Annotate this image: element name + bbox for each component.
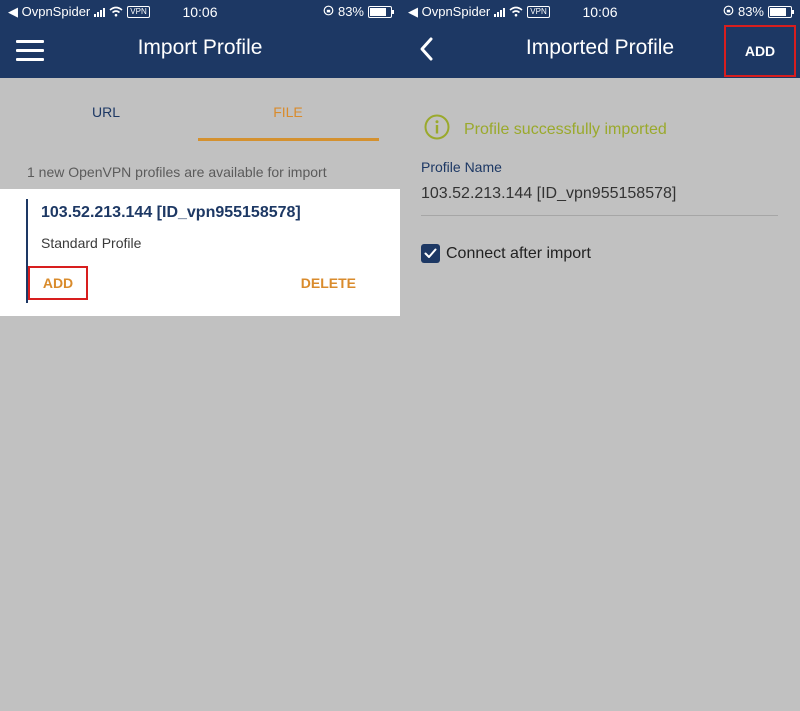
status-battery: 83% xyxy=(323,4,394,19)
tab-selected-indicator xyxy=(198,138,379,141)
profile-title: 103.52.213.144 [ID_vpn955158578] xyxy=(41,204,301,221)
connect-after-import-label: Connect after import xyxy=(446,244,591,262)
app-header: ◀ OvpnSpider VPN 10:06 83% Imported Prof… xyxy=(400,0,800,78)
delete-profile-button[interactable]: DELETE xyxy=(301,275,356,291)
available-profiles-text: 1 new OpenVPN profiles are available for… xyxy=(27,164,327,180)
profile-subtitle: Standard Profile xyxy=(41,235,142,251)
checkbox-icon[interactable] xyxy=(421,244,440,263)
profile-name-field[interactable]: 103.52.213.144 [ID_vpn955158578] xyxy=(421,185,676,203)
app-header: ◀ OvpnSpider VPN 10:06 83% Import Profil… xyxy=(0,0,400,78)
field-underline xyxy=(421,215,778,216)
profile-card: 103.52.213.144 [ID_vpn955158578] Standar… xyxy=(0,189,400,316)
battery-icon xyxy=(768,5,794,18)
status-bar: ◀ OvpnSpider VPN 10:06 83% xyxy=(400,0,800,24)
tab-file[interactable]: FILE xyxy=(198,104,378,120)
rotation-lock-icon xyxy=(723,4,734,19)
profile-name-label: Profile Name xyxy=(421,159,502,175)
success-message: Profile successfully imported xyxy=(424,114,667,145)
import-profile-screen: ◀ OvpnSpider VPN 10:06 83% Import Profil… xyxy=(0,0,400,711)
add-profile-button[interactable]: ADD xyxy=(28,266,88,300)
status-bar: ◀ OvpnSpider VPN 10:06 83% xyxy=(0,0,400,24)
tab-url[interactable]: URL xyxy=(16,104,196,120)
rotation-lock-icon xyxy=(323,4,334,19)
connect-after-import-option[interactable]: Connect after import xyxy=(421,244,591,263)
add-button[interactable]: ADD xyxy=(724,25,796,77)
success-text: Profile successfully imported xyxy=(464,120,667,138)
battery-icon xyxy=(368,5,394,18)
info-icon xyxy=(424,114,450,145)
page-title: Import Profile xyxy=(137,36,263,59)
imported-profile-screen: ◀ OvpnSpider VPN 10:06 83% Imported Prof… xyxy=(400,0,800,711)
status-battery: 83% xyxy=(723,4,794,19)
battery-percent: 83% xyxy=(337,4,364,19)
battery-percent: 83% xyxy=(737,4,764,19)
